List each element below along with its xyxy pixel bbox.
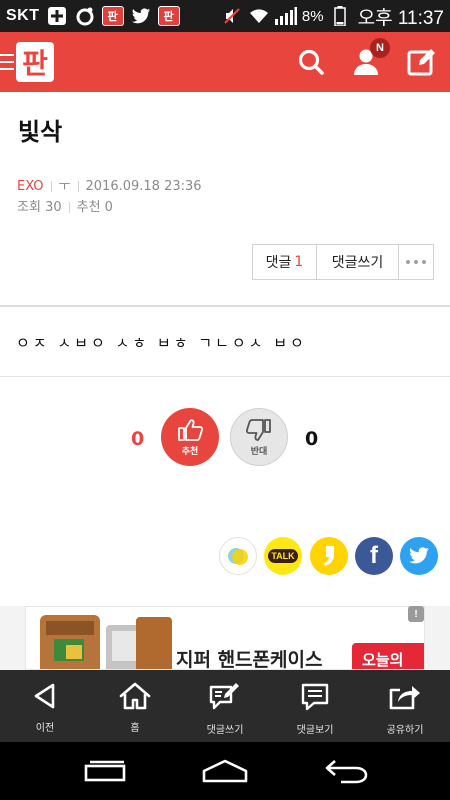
recent-apps-icon[interactable]	[80, 756, 130, 786]
ad-cta-button[interactable]: 오늘의	[352, 643, 424, 669]
ad-area: 지퍼 핸드폰케이스 오늘의	[0, 606, 450, 670]
toolbar-label: 댓글보기	[296, 725, 334, 736]
battery-percent: 8%	[301, 7, 324, 25]
toolbar-share-button[interactable]: 공유하기	[360, 670, 450, 742]
post-title: 빛삭	[18, 118, 63, 146]
view-comments-icon	[301, 683, 329, 711]
twitter-status-icon	[130, 6, 152, 26]
kakaostory-icon	[228, 548, 248, 565]
signal-icon	[274, 6, 297, 26]
ad-info-icon[interactable]: !	[408, 606, 424, 622]
downvote-count: 0	[305, 428, 319, 450]
upvote-label: 추천	[181, 446, 199, 457]
write-post-icon[interactable]	[405, 45, 439, 79]
comments-button[interactable]: 댓글 1	[253, 245, 316, 279]
write-comment-icon	[209, 683, 239, 710]
facebook-share-button[interactable]: f	[355, 537, 393, 575]
back-icon	[34, 683, 55, 709]
toolbar-label: 이전	[35, 723, 55, 734]
carrier-label: SKT	[6, 7, 40, 24]
battery-icon	[329, 6, 351, 26]
thumbs-up-icon	[178, 418, 203, 441]
post-body: ㅇㅈ ㅅㅂㅇ ㅅㅎ ㅂㅎ ㄱㄴㅇㅅ ㅂㅇ	[16, 334, 307, 352]
twitter-share-button[interactable]	[400, 537, 438, 575]
toolbar-back-button[interactable]: 이전	[0, 670, 90, 742]
add-icon	[46, 6, 68, 26]
ad-banner[interactable]: 지퍼 핸드폰케이스 오늘의	[25, 606, 425, 670]
meta-divider	[68, 202, 70, 213]
facebook-icon: f	[370, 542, 378, 569]
kakaostory-share-button[interactable]	[219, 537, 257, 575]
kakaotalk-share-button[interactable]: TALK	[264, 537, 302, 575]
ad-text: 지퍼 핸드폰케이스	[176, 649, 323, 670]
pann-app-icon-2: 판	[157, 6, 180, 26]
ad-product-image	[40, 615, 172, 669]
story-share-button[interactable]	[310, 537, 348, 575]
body-divider	[0, 376, 450, 377]
logo-text: 판	[22, 47, 48, 80]
comments-count: 1	[294, 254, 304, 270]
twitter-icon	[409, 547, 429, 564]
search-icon[interactable]	[294, 45, 328, 79]
profile-icon[interactable]: N	[349, 38, 390, 79]
meta-divider	[50, 181, 52, 192]
app-frame: SKT 판 판 8% 오후 11:37 판 N 빛삭 EXO ㅜ 2016.09…	[0, 0, 450, 800]
status-bar: SKT 판 판 8% 오후 11:37	[0, 0, 450, 32]
mute-icon	[221, 6, 243, 26]
post-author[interactable]: EXO	[17, 176, 44, 197]
toolbar-label: 댓글쓰기	[206, 725, 244, 736]
toolbar-label: 공유하기	[386, 725, 424, 736]
notification-badge: N	[370, 38, 390, 58]
home-nav-icon[interactable]	[200, 756, 250, 786]
more-icon	[406, 260, 426, 264]
toolbar-write-comment-button[interactable]: 댓글쓰기	[180, 670, 270, 742]
toolbar-label: 홈	[130, 723, 140, 734]
story-icon	[324, 546, 334, 566]
clock-label: 오후 11:37	[357, 7, 444, 29]
author-extra: ㅜ	[58, 179, 71, 194]
app-header: 판 N	[0, 32, 450, 92]
post-action-group: 댓글 1 댓글쓰기	[252, 244, 434, 280]
more-button[interactable]	[398, 245, 433, 279]
views-label: 조회	[17, 200, 41, 215]
pann-app-icon: 판	[101, 6, 124, 26]
downvote-label: 반대	[250, 446, 268, 457]
recommends-count: 0	[104, 200, 113, 215]
comments-label: 댓글	[265, 255, 292, 271]
thumbs-down-icon	[246, 418, 271, 441]
back-nav-icon[interactable]	[322, 756, 372, 786]
views-count: 30	[45, 200, 62, 215]
wifi-icon	[248, 6, 270, 26]
bottom-toolbar: 이전 홈 댓글쓰기 댓글보기 공유하기	[0, 670, 450, 742]
share-icon	[389, 686, 420, 710]
post-datetime: 2016.09.18 23:36	[85, 179, 202, 194]
toolbar-view-comments-button[interactable]: 댓글보기	[270, 670, 360, 742]
write-comment-button[interactable]: 댓글쓰기	[316, 245, 398, 279]
upvote-button[interactable]: 추천	[161, 408, 219, 466]
kakaotalk-icon: TALK	[268, 549, 298, 563]
system-nav-bar	[0, 742, 450, 800]
upvote-count: 0	[131, 428, 145, 450]
post-meta: EXO ㅜ 2016.09.18 23:36 조회 30 추천 0	[17, 176, 202, 218]
meta-divider	[77, 181, 79, 192]
downvote-button[interactable]: 반대	[230, 408, 288, 466]
camera-app-icon	[74, 6, 96, 26]
toolbar-home-button[interactable]: 홈	[90, 670, 180, 742]
home-icon	[119, 682, 151, 710]
menu-icon[interactable]	[0, 52, 16, 72]
recommends-label: 추천	[76, 200, 101, 215]
content-divider	[0, 305, 450, 307]
pann-logo[interactable]: 판	[16, 40, 54, 84]
